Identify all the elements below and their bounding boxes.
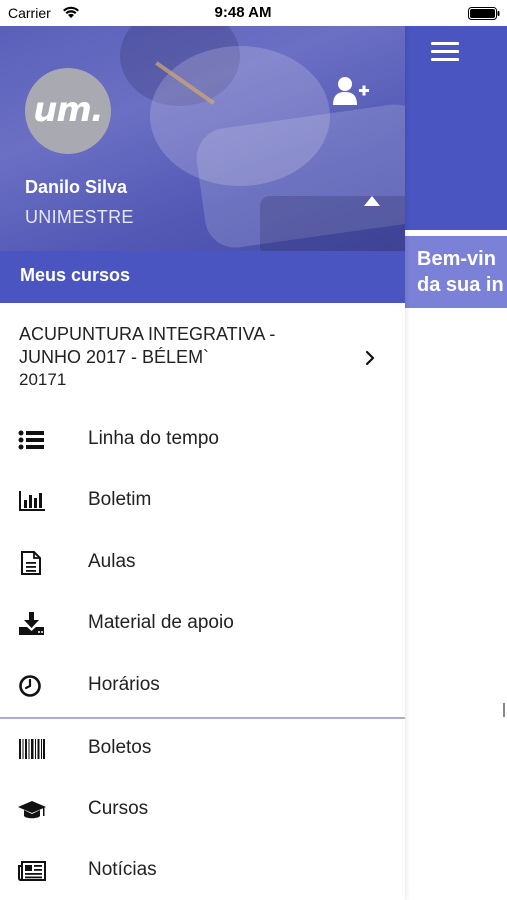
app-header (405, 0, 507, 230)
profile-name: Danilo Silva (25, 177, 128, 197)
welcome-banner: Bem-vin da sua in (405, 236, 507, 308)
menu-item-linha-do-tempo[interactable]: Linha do tempo (0, 410, 405, 470)
chevron-right-icon (365, 350, 375, 366)
menu-item-label: Material de apoio (88, 612, 234, 633)
profile-organization: UNIMESTRE (25, 207, 134, 227)
document-icon (21, 551, 41, 575)
barcode-icon (19, 739, 45, 759)
welcome-line-2: da sua in (417, 274, 504, 296)
status-bar: Carrier 9:48 AM (0, 0, 507, 26)
menu-item-label: Boletim (88, 489, 152, 510)
clock-icon (19, 675, 41, 697)
menu-item-label: Horários (88, 674, 160, 695)
menu-item-label: Cursos (88, 798, 149, 819)
course-list-item[interactable]: ACUPUNTURA INTEGRATIVA - JUNHO 2017 - BÉ… (0, 303, 405, 403)
menu-hamburger-icon[interactable] (431, 42, 459, 62)
welcome-line-1: Bem-vin (417, 248, 496, 270)
menu-item-horarios[interactable]: Horários (0, 656, 405, 716)
navigation-drawer: um. Danilo Silva UNIMESTRE Meus cursos A… (0, 0, 405, 900)
content-edge-mark (503, 703, 505, 717)
bar-chart-icon (19, 491, 45, 511)
menu-item-label: Boletos (88, 737, 152, 758)
add-user-icon[interactable] (332, 76, 370, 106)
graduation-cap-icon (18, 801, 46, 819)
avatar-logo: um. (33, 90, 104, 130)
course-name: ACUPUNTURA INTEGRATIVA - JUNHO 2017 - BÉ… (19, 324, 276, 367)
section-title: Meus cursos (20, 265, 131, 285)
avatar[interactable]: um. (25, 68, 111, 154)
background-screen: Bem-vin da sua in (405, 0, 507, 900)
menu-item-material-de-apoio[interactable]: Material de apoio (0, 594, 405, 654)
menu-item-noticias[interactable]: Notícias (0, 841, 405, 900)
download-icon (19, 612, 44, 635)
menu-item-label: Notícias (88, 859, 157, 880)
menu-item-label: Linha do tempo (88, 428, 219, 449)
list-icon (18, 430, 44, 450)
menu-item-boletos[interactable]: Boletos (0, 719, 405, 779)
course-code: 20171 (19, 370, 67, 389)
section-header: Meus cursos (0, 251, 405, 303)
header-photo-shape (260, 196, 405, 251)
battery-icon (468, 7, 500, 20)
profile-header: um. Danilo Silva UNIMESTRE (0, 26, 405, 251)
caret-up-icon[interactable] (364, 196, 380, 206)
newspaper-icon (18, 861, 46, 881)
menu-item-cursos[interactable]: Cursos (0, 780, 405, 840)
menu-item-boletim[interactable]: Boletim (0, 471, 405, 531)
status-time: 9:48 AM (214, 4, 272, 21)
menu-item-aulas[interactable]: Aulas (0, 533, 405, 593)
menu-item-label: Aulas (88, 551, 136, 572)
